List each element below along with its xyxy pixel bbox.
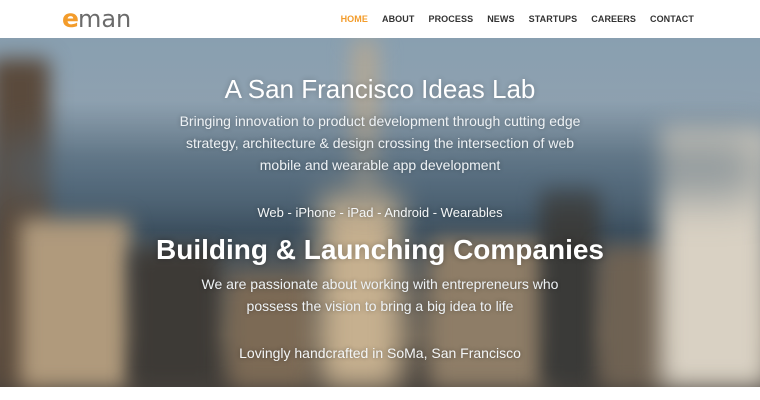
main-nav: HOME ABOUT PROCESS NEWS STARTUPS CAREERS…	[327, 0, 694, 38]
logo-wordmark: man	[77, 5, 132, 33]
hero-tagline: Lovingly handcrafted in SoMa, San Franci…	[239, 345, 521, 361]
hero-title: A San Francisco Ideas Lab	[224, 74, 536, 104]
hero-secondary-subtitle: We are passionate about working with ent…	[201, 276, 559, 314]
nav-item-careers[interactable]: CAREERS	[591, 14, 636, 24]
hero-section: A San Francisco Ideas Lab Bringing innov…	[0, 38, 760, 387]
nav-item-about[interactable]: ABOUT	[382, 14, 415, 24]
nav-item-process[interactable]: PROCESS	[428, 14, 473, 24]
platforms-list: Web - iPhone - iPad - Android - Wearable…	[257, 205, 503, 220]
hero-subtitle: Bringing innovation to product developme…	[179, 113, 581, 173]
nav-item-startups[interactable]: STARTUPS	[529, 14, 578, 24]
nav-item-contact[interactable]: CONTACT	[650, 14, 694, 24]
nav-item-news[interactable]: NEWS	[487, 14, 514, 24]
nav-item-home[interactable]: HOME	[341, 14, 368, 24]
hero-content: A San Francisco Ideas Lab Bringing innov…	[0, 38, 760, 387]
footer-strip	[0, 387, 760, 400]
hero-secondary-title: Building & Launching Companies	[156, 234, 604, 265]
eman-logo[interactable]: e man	[62, 4, 132, 33]
site-header: e man HOME ABOUT PROCESS NEWS STARTUPS CA…	[0, 0, 760, 38]
logo-e-mark: e	[62, 4, 79, 33]
